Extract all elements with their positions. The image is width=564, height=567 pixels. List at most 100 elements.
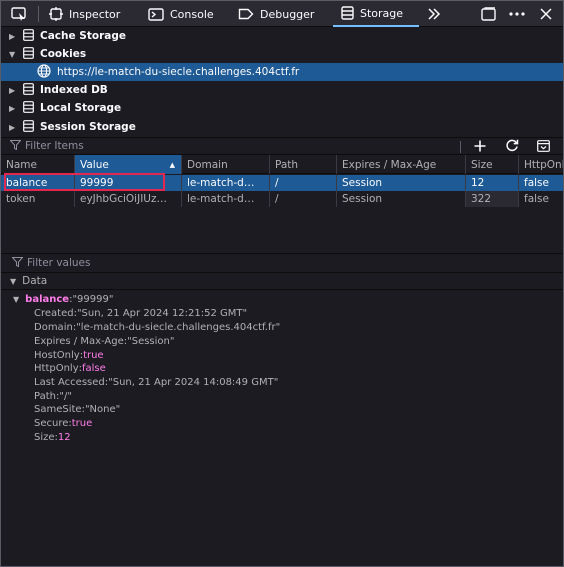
close-icon: [540, 8, 552, 20]
cell-domain: le-match-d…: [182, 175, 270, 191]
cell-path: /: [270, 175, 337, 191]
property-key: Path: [34, 390, 56, 402]
console-icon: [148, 7, 164, 21]
column-header-path[interactable]: Path: [270, 155, 337, 174]
tab-debugger-label: Debugger: [260, 7, 315, 21]
inspector-icon: [49, 7, 63, 21]
expand-arrow-icon: ▶: [9, 31, 16, 41]
property-value: "99999": [72, 293, 114, 305]
tree-item-cache-storage[interactable]: ▶ Cache Storage: [1, 27, 563, 45]
storage-icon: [23, 119, 34, 135]
column-header-expires[interactable]: Expires / Max-Age: [337, 155, 466, 174]
plus-icon: [474, 140, 486, 155]
tree-item-label: Session Storage: [40, 121, 136, 133]
tab-storage[interactable]: Storage: [333, 1, 419, 27]
filter-values-input[interactable]: Filter values: [27, 257, 91, 269]
tab-inspector[interactable]: Inspector: [49, 1, 120, 27]
property-row[interactable]: HttpOnly: false: [34, 361, 106, 375]
property-row[interactable]: Path: "/": [34, 389, 72, 403]
property-row[interactable]: HostOnly: true: [34, 348, 104, 362]
property-row[interactable]: Expires / Max-Age: "Session": [34, 334, 174, 348]
tree-item-indexed-db[interactable]: ▶ Indexed DB: [1, 81, 563, 99]
settings-menu-button[interactable]: [509, 1, 525, 27]
cell-expires: Session: [337, 191, 466, 207]
toggle-sidebar-button[interactable]: [534, 139, 552, 155]
cell-value[interactable]: eyJhbGciOiJIUz…: [75, 191, 182, 207]
property-value: true: [71, 417, 93, 429]
filter-items-input[interactable]: Filter Items: [25, 140, 84, 152]
element-picker-icon: [11, 7, 27, 21]
filter-values-bar[interactable]: Filter values: [1, 253, 563, 273]
property-value: "le-match-du-siecle.challenges.404ctf.fr…: [76, 321, 281, 333]
expand-arrow-icon: ▶: [9, 103, 16, 113]
tree-item-cookie-origin[interactable]: https://le-match-du-siecle.challenges.40…: [1, 63, 563, 81]
debugger-icon: [238, 8, 254, 20]
add-item-button[interactable]: [471, 139, 489, 155]
devtools-toolbar: Inspector Console Debugger Storage: [1, 1, 563, 27]
tree-item-label: Cookies: [40, 48, 87, 60]
column-header-value[interactable]: Value ▲: [75, 155, 182, 174]
tree-item-label: Cache Storage: [40, 30, 126, 42]
close-devtools-button[interactable]: [540, 1, 552, 27]
tab-inspector-label: Inspector: [69, 7, 121, 21]
toolbar-separator: [38, 6, 39, 22]
sidebar-icon: [536, 139, 550, 155]
property-row[interactable]: Created: "Sun, 21 Apr 2024 12:21:52 GMT": [34, 306, 247, 320]
property-row[interactable]: Last Accessed: "Sun, 21 Apr 2024 14:08:49…: [34, 375, 278, 389]
table-row[interactable]: token eyJhbGciOiJIUz… le-match-d… / Sess…: [1, 191, 563, 207]
cell-size: 322: [466, 191, 519, 207]
more-tabs-button[interactable]: [427, 1, 441, 27]
column-header-name[interactable]: Name: [1, 155, 75, 174]
highlight-box: [4, 173, 165, 191]
data-section-header[interactable]: ▼ Data: [1, 273, 563, 290]
property-value: "Sun, 21 Apr 2024 12:21:52 GMT": [76, 307, 248, 319]
property-key: Size: [34, 431, 55, 443]
element-picker-button[interactable]: [11, 1, 27, 27]
expand-arrow-icon: ▶: [9, 85, 16, 95]
property-key: Expires / Max-Age: [34, 335, 124, 347]
cell-size: 12: [466, 175, 519, 191]
storage-icon: [23, 28, 34, 44]
property-row[interactable]: SameSite: "None": [34, 402, 120, 416]
property-value: true: [83, 349, 104, 361]
column-header-httponly[interactable]: HttpOnly: [519, 155, 563, 174]
refresh-icon: [505, 139, 519, 155]
property-value: false: [82, 362, 106, 374]
cell-name: token: [1, 191, 75, 207]
filter-items-bar[interactable]: Filter Items: [1, 137, 563, 155]
cell-path: /: [270, 191, 337, 207]
tree-item-local-storage[interactable]: ▶ Local Storage: [1, 99, 563, 117]
property-row[interactable]: Size:12: [34, 430, 71, 444]
storage-tree: ▶ Cache Storage ▼ Cookies https://le-mat…: [1, 27, 563, 137]
dock-toggle-button[interactable]: [481, 1, 496, 27]
storage-icon: [23, 100, 34, 116]
column-header-domain[interactable]: Domain: [182, 155, 270, 174]
property-key: balance: [25, 293, 70, 305]
tree-item-session-storage[interactable]: ▶ Session Storage: [1, 118, 563, 136]
tab-storage-label: Storage: [360, 6, 404, 20]
column-header-label: Value: [80, 158, 109, 171]
refresh-items-button[interactable]: [503, 139, 521, 155]
storage-icon: [23, 82, 34, 98]
column-header-size[interactable]: Size: [466, 155, 519, 174]
toolbar-separator: [460, 141, 461, 153]
cell-httponly: false: [524, 177, 549, 189]
filter-icon: [11, 256, 24, 270]
property-value: "Sun, 21 Apr 2024 14:08:49 GMT": [108, 376, 279, 388]
property-root[interactable]: ▼ balance: "99999": [13, 292, 113, 306]
property-value: "/": [59, 390, 72, 402]
property-key: HttpOnly: [34, 362, 79, 374]
property-key: Created: [34, 307, 74, 319]
property-key: SameSite: [34, 403, 82, 415]
property-key: HostOnly: [34, 349, 80, 361]
property-row[interactable]: Domain: "le-match-du-siecle.challenges.40…: [34, 320, 280, 334]
tree-item-cookies[interactable]: ▼ Cookies: [1, 45, 563, 63]
tab-console[interactable]: Console: [148, 1, 214, 27]
storage-icon: [341, 6, 354, 20]
property-row[interactable]: Secure: true: [34, 416, 92, 430]
tab-debugger[interactable]: Debugger: [238, 1, 314, 27]
tree-item-label: Indexed DB: [40, 84, 108, 96]
cell-domain: le-match-d…: [182, 191, 270, 207]
tab-console-label: Console: [170, 7, 214, 21]
collapse-arrow-icon: ▼: [9, 49, 16, 59]
